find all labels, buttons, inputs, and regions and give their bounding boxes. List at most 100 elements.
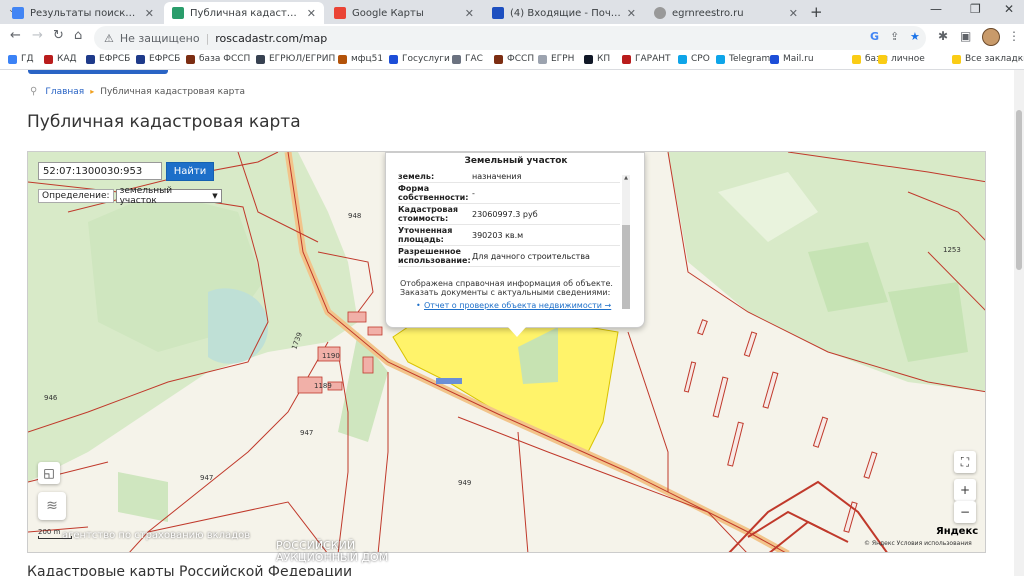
bookmark-item[interactable]: ЕГРН xyxy=(538,54,574,64)
bookmark-item[interactable]: КАД xyxy=(44,54,77,64)
bookmark-item[interactable]: мфц51 xyxy=(338,54,383,64)
home-icon[interactable]: ⌂ xyxy=(74,28,82,43)
popup-scrollbar[interactable]: ▲ xyxy=(622,175,630,309)
scrollbar-thumb[interactable] xyxy=(622,225,630,309)
bookmark-label: ЕФРСБ xyxy=(99,54,131,64)
scale-label: 200 m xyxy=(38,528,61,536)
breadcrumb-home-link[interactable]: Главная xyxy=(45,87,84,97)
site-favicon-icon xyxy=(172,7,184,19)
bookmark-item[interactable]: личное xyxy=(878,54,925,64)
parcel-number-label: 947 xyxy=(300,429,313,437)
close-icon[interactable]: ✕ xyxy=(789,7,798,20)
property-value: 390203 кв.м xyxy=(472,230,524,240)
page-content: ⚲ Главная ▸ Публичная кадастровая карта … xyxy=(0,70,1014,576)
maximize-icon[interactable]: ❐ xyxy=(970,2,981,16)
address-bar[interactable]: ⚠ Не защищено | roscadastr.com/map xyxy=(94,26,926,50)
back-icon[interactable]: ← xyxy=(10,28,21,43)
bookmark-item[interactable]: база ФССП xyxy=(186,54,250,64)
all-bookmarks-label: Все закладки xyxy=(965,54,1024,64)
bookmark-label: ГАС xyxy=(465,54,483,64)
property-value: - xyxy=(472,188,475,198)
location-pin-icon: ⚲ xyxy=(30,86,38,97)
menu-icon[interactable]: ⋮ xyxy=(1008,29,1020,43)
tab-google-search[interactable]: Результаты поиска – Google Д ✕ xyxy=(4,2,162,24)
layers-icon[interactable]: ≋ xyxy=(38,492,66,520)
tab-egrn[interactable]: egrnreestro.ru ✕ xyxy=(646,2,806,24)
bookmark-item[interactable]: ФССП xyxy=(494,54,534,64)
yandex-terms-link[interactable]: © Яндекс Условия использования xyxy=(864,540,972,547)
page-title: Публичная кадастровая карта xyxy=(27,112,301,132)
close-icon[interactable]: ✕ xyxy=(627,7,636,20)
tab-mail[interactable]: (4) Входящие - Почта Mail.ru ✕ xyxy=(484,2,644,24)
parcel-number-label: 1190 xyxy=(322,352,340,360)
bookmark-label: ЕГРН xyxy=(551,54,575,64)
bookmark-item[interactable]: КП xyxy=(584,54,610,64)
close-window-icon[interactable]: ✕ xyxy=(1004,2,1014,16)
bookmark-label: ЕГРЮЛ/ЕГРИП xyxy=(269,54,336,64)
bookmark-icon xyxy=(136,54,145,64)
bookmark-label: Telegram xyxy=(729,54,771,64)
sidebar-icon[interactable]: ▣ xyxy=(960,29,971,43)
bookmark-icon xyxy=(678,54,687,64)
star-icon[interactable]: ★ xyxy=(910,30,920,43)
tab-label: Google Карты xyxy=(352,7,424,19)
close-icon[interactable]: ✕ xyxy=(145,7,154,20)
reload-icon[interactable]: ↻ xyxy=(53,28,64,43)
bookmark-icon xyxy=(878,54,887,64)
close-icon[interactable]: ✕ xyxy=(307,7,316,20)
property-value: 23060997.3 руб xyxy=(472,209,538,219)
bookmark-item[interactable]: ЕФРСБ xyxy=(86,54,130,64)
extensions-icon[interactable]: ✱ xyxy=(938,29,948,43)
find-button[interactable]: Найти xyxy=(166,162,214,181)
bookmark-icon xyxy=(86,54,95,64)
minimize-icon[interactable]: — xyxy=(930,2,942,16)
bookmark-item[interactable]: ГАС xyxy=(452,54,483,64)
bookmark-item[interactable]: ГАРАНТ xyxy=(622,54,671,64)
tab-cadastral-map[interactable]: Публичная кадастровая карта ✕ xyxy=(164,2,324,24)
zoom-out-button[interactable]: − xyxy=(954,501,976,523)
page-scrollbar[interactable] xyxy=(1014,70,1024,576)
definition-select[interactable]: земельный участок ▼ xyxy=(115,186,222,206)
scrollbar-thumb[interactable] xyxy=(1016,110,1022,270)
forward-icon[interactable]: → xyxy=(32,28,43,43)
section-heading: Кадастровые карты Российской Федерации xyxy=(27,564,353,576)
watermark-right: РОССИЙСКИЙ АУКЦИОННЫЙ ДОМ xyxy=(276,540,388,564)
property-key: Кадастровая стоимость: xyxy=(398,205,458,223)
bookmark-item[interactable]: ГД xyxy=(8,54,34,64)
bookmark-item[interactable]: Telegram xyxy=(716,54,770,64)
cadastral-map[interactable]: 948 1253 1739 1190 1189 946 947 947 949 … xyxy=(27,151,986,553)
breadcrumb-current: Публичная кадастровая карта xyxy=(100,86,246,97)
bookmark-item[interactable]: ЕГРЮЛ/ЕГРИП xyxy=(256,54,335,64)
cadastral-number-input[interactable] xyxy=(38,162,162,180)
bookmark-item[interactable]: Госуслуги xyxy=(389,54,450,64)
ruler-icon[interactable]: ◱ xyxy=(38,462,60,484)
definition-value: земельный участок xyxy=(119,186,173,206)
bookmark-item[interactable]: СРО xyxy=(678,54,710,64)
google-maps-icon xyxy=(334,7,346,19)
bookmark-item[interactable]: ЕФРСБ xyxy=(136,54,180,64)
tab-label: (4) Входящие - Почта Mail.ru xyxy=(510,7,621,19)
popup-properties: земель: назначения Форма собственности: … xyxy=(398,171,620,275)
report-link[interactable]: Отчет о проверке объекта недвижимости → xyxy=(424,301,611,310)
scroll-up-icon[interactable]: ▲ xyxy=(622,175,630,181)
avatar[interactable] xyxy=(982,28,1000,46)
bookmark-label: база ФССП xyxy=(199,54,251,64)
share-icon[interactable]: ⇪ xyxy=(890,30,899,43)
property-value: назначения xyxy=(472,172,522,181)
bookmark-label: личное xyxy=(891,54,925,64)
fullscreen-icon[interactable]: ⛶ xyxy=(954,451,976,473)
new-tab-icon[interactable]: + xyxy=(810,3,823,21)
all-bookmarks[interactable]: Все закладки xyxy=(952,54,1024,64)
parcel-number-label: 947 xyxy=(200,474,213,482)
google-lens-icon[interactable]: G xyxy=(870,30,879,43)
tab-google-maps[interactable]: Google Карты ✕ xyxy=(326,2,482,24)
browser-toolbar: ← → ↻ ⌂ ⚠ Не защищено | roscadastr.com/m… xyxy=(0,24,1024,52)
bookmark-icon xyxy=(622,54,631,64)
popup-pointer xyxy=(508,327,526,337)
close-icon[interactable]: ✕ xyxy=(465,7,474,20)
bookmark-label: ГД xyxy=(21,54,34,64)
bookmark-item[interactable]: Mail.ru xyxy=(770,54,814,64)
popup-title: Земельный участок xyxy=(464,156,568,166)
zoom-in-button[interactable]: + xyxy=(954,479,976,501)
parcel-info-popup: Земельный участок земель: назначения Фор… xyxy=(385,152,645,328)
